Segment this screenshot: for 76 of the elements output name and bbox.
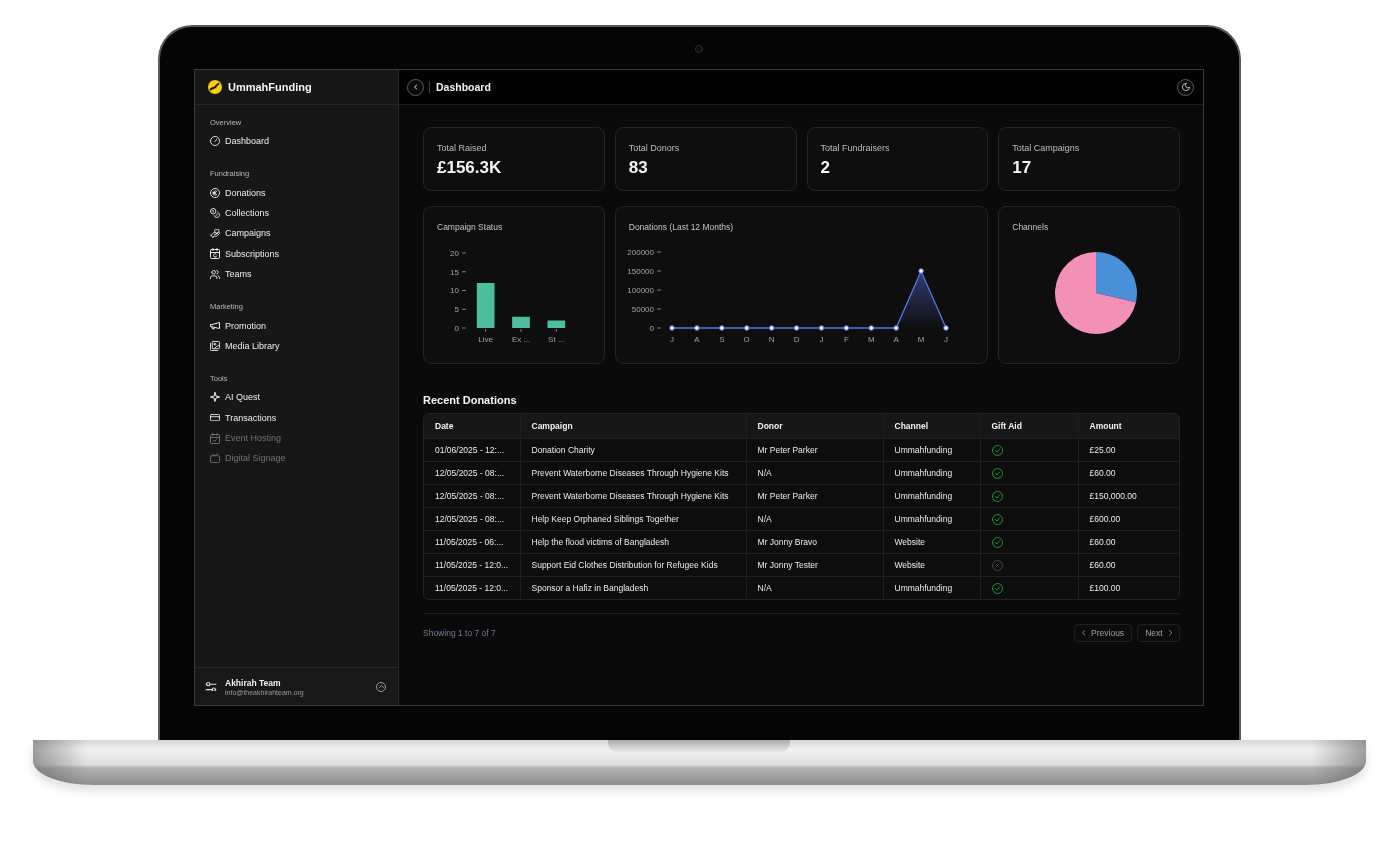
stat-value: 83 <box>628 158 648 178</box>
table-cell: N/A <box>746 461 883 485</box>
axis-label: 200000 <box>627 247 654 257</box>
axis-label: J <box>669 335 674 344</box>
table-cell: Support Eid Clothes Distribution for Refugee Kids <box>520 553 746 577</box>
table-cell: Website <box>883 553 980 577</box>
table-cell: 12/05/2025 - 08:... <box>424 484 520 508</box>
chart-title: Campaign Status <box>437 221 503 233</box>
table-cell: Ummahfunding <box>883 438 980 462</box>
table-cell: Sponsor a Hafiz in Bangladesh <box>520 576 746 599</box>
axis-label: Live <box>478 335 493 344</box>
table-cell: Ummahfunding <box>883 461 980 485</box>
table-cell: Website <box>883 530 980 554</box>
user-name: Akhirah Team <box>225 677 281 688</box>
table-cell: Mr Jonny Bravo <box>746 530 883 554</box>
axis-label: S <box>718 335 725 344</box>
brand-name: UmmahFunding <box>228 81 312 93</box>
stat-value: 2 <box>820 158 830 178</box>
table-cell: 01/06/2025 - 12:... <box>424 438 520 462</box>
table-cell: £25.00 <box>1078 438 1179 462</box>
table-cell: Help the flood victims of Bangladesh <box>520 530 746 554</box>
table-cell: Donation Charity <box>520 438 746 462</box>
table-cell: £60.00 <box>1078 461 1179 485</box>
table-cell: £60.00 <box>1078 530 1179 554</box>
table-cell: Ummahfunding <box>883 484 980 508</box>
axis-label: 100000 <box>627 285 654 295</box>
table-cell: Mr Peter Parker <box>746 484 883 508</box>
axis-label: J <box>943 335 948 344</box>
axis-label: 5 <box>454 305 459 315</box>
table-cell: 11/05/2025 - 12:0... <box>424 553 520 577</box>
axis-label: D <box>793 335 800 344</box>
table-cell: £600.00 <box>1078 507 1179 531</box>
table-cell: Prevent Waterborne Diseases Through Hygiene Kits <box>520 484 746 508</box>
table-cell: £60.00 <box>1078 553 1179 577</box>
table-cell: 11/05/2025 - 12:0... <box>424 576 520 599</box>
table-cell: Prevent Waterborne Diseases Through Hygiene Kits <box>520 461 746 485</box>
axis-label: A <box>694 335 700 344</box>
stat-value: 17 <box>1012 158 1032 178</box>
table-cell: N/A <box>746 576 883 599</box>
axis-label: 20 <box>450 248 459 258</box>
table-cell: Help Keep Orphaned Siblings Together <box>520 507 746 531</box>
table-cell: 12/05/2025 - 08:... <box>424 507 520 531</box>
axis-label: 10 <box>450 286 459 296</box>
table-cell: N/A <box>746 507 883 531</box>
stat-label: Total Campaigns <box>1012 143 1080 154</box>
axis-label: Ex ... <box>511 335 531 344</box>
axis-label: J <box>819 335 824 344</box>
table-cell: Ummahfunding <box>883 507 980 531</box>
axis-label: N <box>768 335 775 344</box>
axis-label: M <box>867 335 875 344</box>
stat-label: Total Raised <box>437 143 487 154</box>
axis-label: F <box>843 335 849 344</box>
axis-label: O <box>743 335 750 344</box>
axis-label: M <box>917 335 925 344</box>
pagination-summary: Showing 1 to 7 of 7 <box>423 628 496 638</box>
stat-value: £156.3K <box>437 158 502 178</box>
table-cell: 12/05/2025 - 08:... <box>424 461 520 485</box>
stat-label: Total Donors <box>628 143 680 154</box>
table-cell: Ummahfunding <box>883 576 980 599</box>
axis-label: St ... <box>548 335 565 344</box>
axis-label: 0 <box>649 323 654 333</box>
axis-label: 50000 <box>631 304 654 314</box>
table-cell: 11/05/2025 - 06:... <box>424 530 520 554</box>
axis-label: A <box>893 335 899 344</box>
chart-title: Donations (Last 12 Months) <box>628 221 734 233</box>
page-title: Dashboard <box>436 81 491 93</box>
axis-label: 150000 <box>627 266 654 276</box>
table-cell: £100.00 <box>1078 576 1179 599</box>
table-cell: £150,000.00 <box>1078 484 1179 508</box>
table-cell: Mr Peter Parker <box>746 438 883 462</box>
stat-label: Total Fundraisers <box>820 143 890 154</box>
section-title: Recent Donations <box>423 393 518 407</box>
table-cell: Mr Jonny Tester <box>746 553 883 577</box>
chart-title: Channels <box>1012 221 1049 233</box>
axis-label: 15 <box>450 267 459 277</box>
axis-label: 0 <box>454 323 459 333</box>
